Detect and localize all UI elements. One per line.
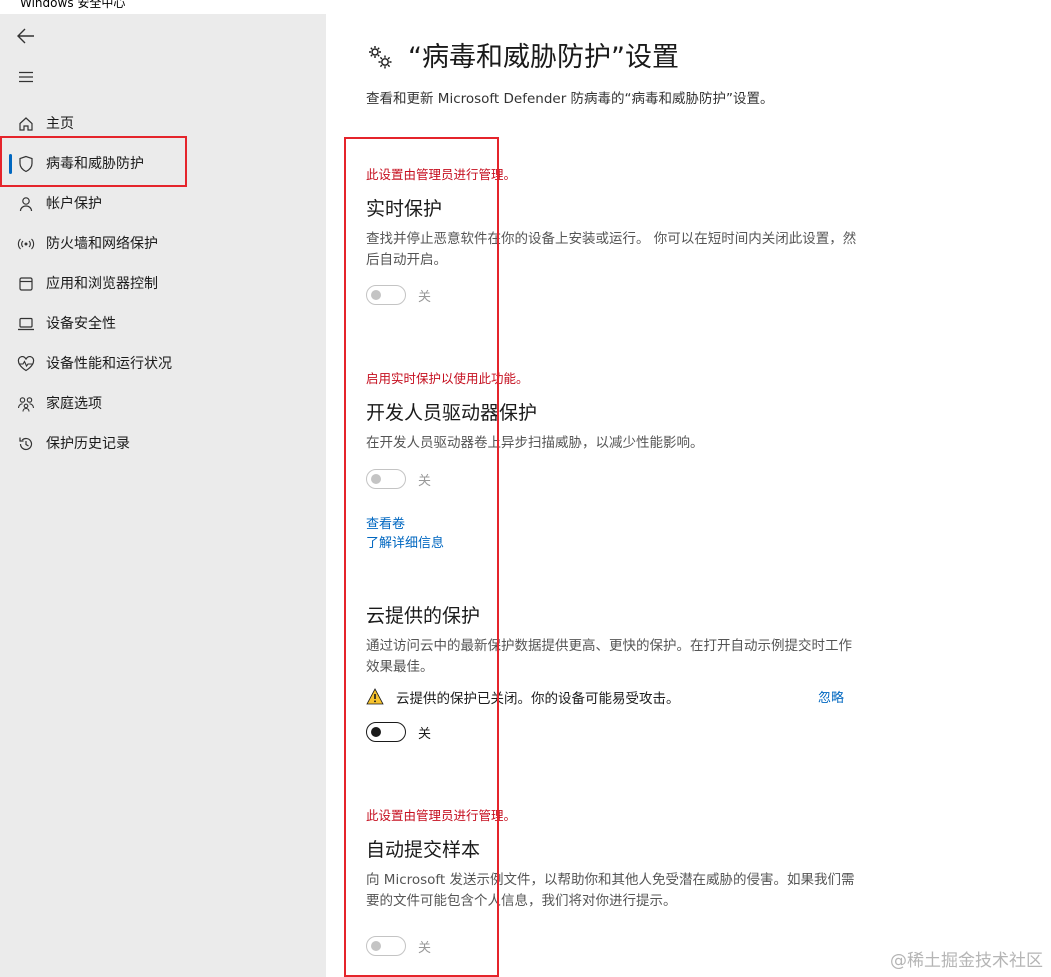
cloud-warning: 云提供的保护已关闭。你的设备可能易受攻击。 [366, 686, 856, 708]
toggle-label: 关 [418, 474, 432, 489]
main-content: “病毒和威胁防护”设置 查看和更新 Microsoft Defender 防病毒… [326, 0, 1051, 977]
toggle-label: 关 [418, 727, 432, 742]
sidebar-item-label: 主页 [46, 116, 74, 132]
section-desc-sample: 向 Microsoft 发送示例文件，以帮助你和其他人免受潜在威胁的侵害。如果我… [366, 872, 855, 909]
toggle-knob [371, 290, 381, 300]
sidebar-item-label: 防火墙和网络保护 [46, 236, 158, 252]
sidebar-item-label: 设备安全性 [46, 316, 116, 332]
toggle-knob [371, 727, 381, 737]
view-volumes-link[interactable]: 查看卷 [366, 516, 405, 534]
active-indicator [9, 154, 12, 174]
managed-note: 此设置由管理员进行管理。 [366, 167, 517, 182]
sidebar-item-device-security[interactable]: 设备安全性 [0, 304, 326, 344]
sidebar-item-label: 保护历史记录 [46, 436, 130, 452]
toggle-switch[interactable] [366, 469, 406, 489]
sidebar-item-family[interactable]: 家庭选项 [0, 384, 326, 424]
toggle-switch[interactable] [366, 936, 406, 956]
family-icon [17, 395, 35, 413]
back-arrow-icon[interactable] [14, 24, 38, 48]
sidebar-item-history[interactable]: 保护历史记录 [0, 424, 326, 464]
section-desc-dev-drive: 在开发人员驱动器卷上异步扫描威胁，以减少性能影响。 [366, 435, 704, 451]
sidebar-item-label: 病毒和威胁防护 [46, 156, 144, 172]
toggle-knob [371, 474, 381, 484]
toggle-knob [371, 941, 381, 951]
sidebar-item-home[interactable]: 主页 [0, 104, 326, 144]
laptop-icon [17, 315, 35, 333]
window-title: Windows 安全中心 [20, 0, 126, 10]
toggle-label: 关 [418, 941, 432, 956]
sidebar-item-device-health[interactable]: 设备性能和运行状况 [0, 344, 326, 384]
wifi-antenna-icon [17, 235, 35, 253]
section-desc-cloud: 通过访问云中的最新保护数据提供更高、更快的保护。在打开自动示例提交时工作效果最佳… [366, 638, 852, 675]
person-icon [17, 195, 35, 213]
watermark: @稀土掘金技术社区 [890, 951, 1043, 971]
managed-note: 此设置由管理员进行管理。 [366, 808, 517, 823]
warning-icon [366, 688, 384, 705]
learn-more-link[interactable]: 了解详细信息 [366, 535, 444, 553]
page-subtitle: 查看和更新 Microsoft Defender 防病毒的“病毒和威胁防护”设置… [366, 91, 774, 107]
toggle-switch[interactable] [366, 285, 406, 305]
toggle-label: 关 [418, 290, 432, 305]
section-title-realtime: 实时保护 [366, 198, 443, 220]
gear-icon [369, 46, 392, 69]
sidebar-item-app-browser[interactable]: 应用和浏览器控制 [0, 264, 326, 304]
sidebar-item-account[interactable]: 帐户保护 [0, 184, 326, 224]
hamburger-icon[interactable] [14, 65, 38, 89]
toggle-switch[interactable] [366, 722, 406, 742]
warning-text: 云提供的保护已关闭。你的设备可能易受攻击。 [396, 691, 680, 707]
section-desc-realtime: 查找并停止恶意软件在你的设备上安装或运行。 你可以在短时间内关闭此设置，然后自动… [366, 231, 857, 268]
section-title-dev-drive: 开发人员驱动器保护 [366, 402, 538, 424]
sidebar-item-virus-protection[interactable]: 病毒和威胁防护 [0, 144, 326, 184]
sidebar-item-label: 家庭选项 [46, 396, 102, 412]
section-title-sample: 自动提交样本 [366, 839, 481, 861]
sidebar-item-label: 应用和浏览器控制 [46, 276, 158, 292]
dev-drive-note: 启用实时保护以使用此功能。 [366, 371, 529, 386]
sidebar-item-firewall[interactable]: 防火墙和网络保护 [0, 224, 326, 264]
app-window-icon [17, 275, 35, 293]
page-title: “病毒和威胁防护”设置 [408, 42, 679, 73]
home-icon [17, 115, 35, 133]
section-title-cloud: 云提供的保护 [366, 605, 481, 627]
sidebar-item-label: 帐户保护 [46, 196, 102, 212]
heart-pulse-icon [17, 355, 35, 373]
shield-icon [17, 155, 35, 173]
sidebar-item-label: 设备性能和运行状况 [46, 356, 172, 372]
sidebar: 主页 病毒和威胁防护 帐户保护 防火墙和网络保护 应用和浏览器控制 设备安全性 [0, 14, 326, 977]
history-icon [17, 435, 35, 453]
dismiss-link[interactable]: 忽略 [818, 687, 844, 706]
